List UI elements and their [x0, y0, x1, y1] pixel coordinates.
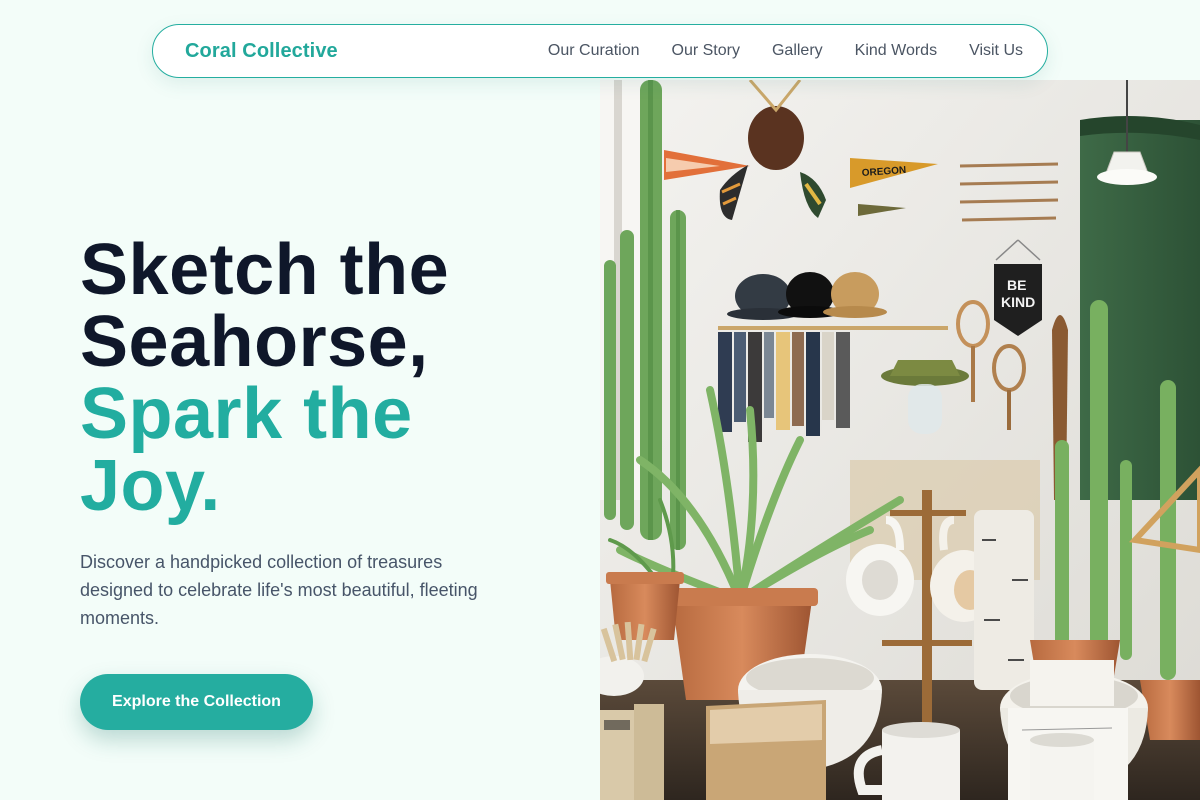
headline-line-4: Joy.	[80, 446, 221, 526]
hero-headline: Sketch the Seahorse, Spark the Joy.	[80, 234, 580, 522]
nav-link-our-curation[interactable]: Our Curation	[548, 42, 640, 59]
nav-links: Our Curation Our Story Gallery Kind Word…	[548, 42, 1023, 60]
headline-line-3: Spark the	[80, 374, 413, 454]
nav-link-kind-words[interactable]: Kind Words	[855, 42, 937, 59]
shop-interior-illustration: OREGON BE KIND	[600, 80, 1200, 800]
nav-link-our-story[interactable]: Our Story	[672, 42, 740, 59]
nav-item-kind-words: Kind Words	[855, 42, 937, 60]
nav-item-our-story: Our Story	[672, 42, 740, 60]
headline-line-2: Seahorse,	[80, 302, 429, 382]
nav-item-gallery: Gallery	[772, 42, 823, 60]
hero-image: OREGON BE KIND	[600, 80, 1200, 800]
nav-item-visit-us: Visit Us	[969, 42, 1023, 60]
nav-link-visit-us[interactable]: Visit Us	[969, 42, 1023, 59]
hero-subtitle: Discover a handpicked collection of trea…	[80, 552, 478, 628]
banner-text-kind: KIND	[1001, 294, 1035, 310]
brand-logo-link[interactable]: Coral Collective	[185, 40, 338, 63]
nav-item-our-curation: Our Curation	[548, 42, 640, 60]
nav-link-gallery[interactable]: Gallery	[772, 42, 823, 59]
hero-text: Sketch the Seahorse, Spark the Joy. Disc…	[80, 234, 580, 730]
explore-collection-button[interactable]: Explore the Collection	[80, 674, 313, 730]
top-nav: Coral Collective Our Curation Our Story …	[152, 24, 1048, 78]
headline-line-1: Sketch the	[80, 230, 450, 310]
banner-text-be: BE	[1007, 277, 1026, 293]
